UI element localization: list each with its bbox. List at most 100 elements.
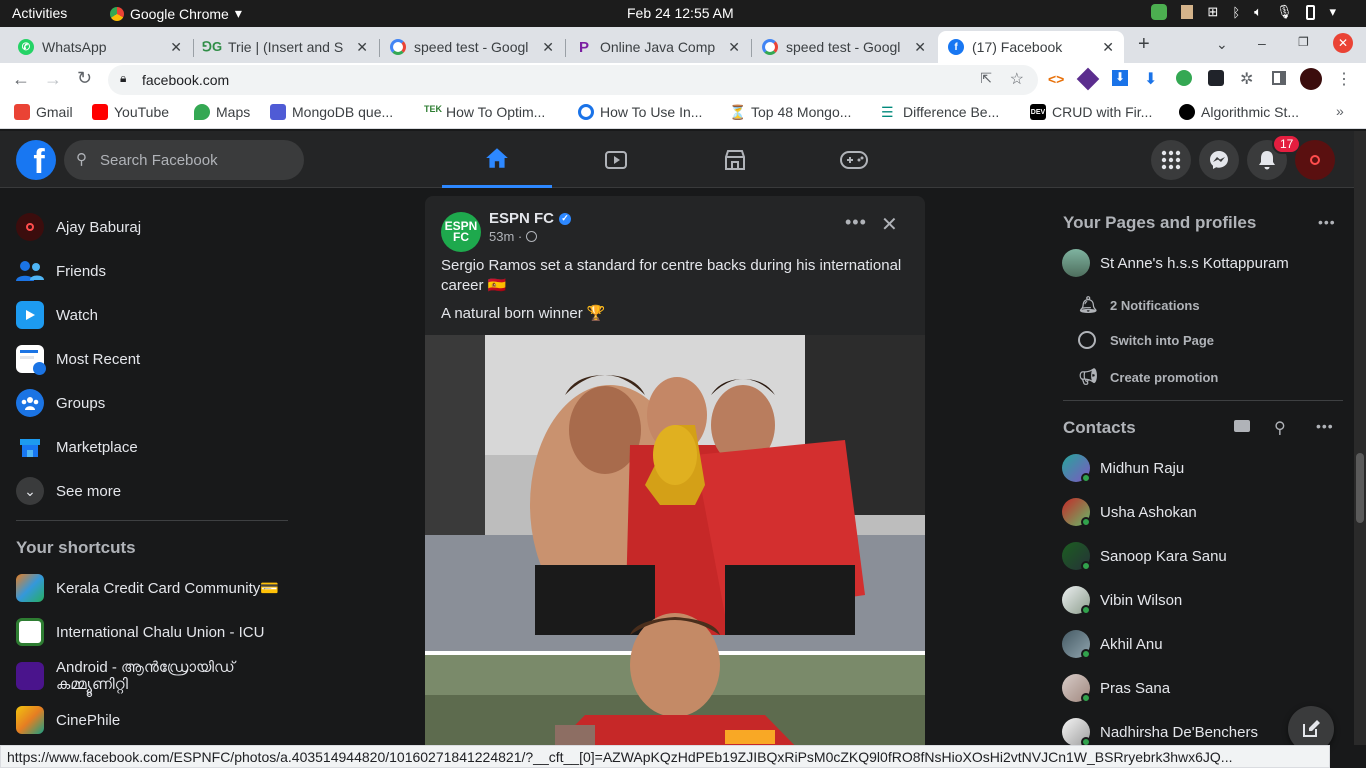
shortcut-item[interactable]: International Chalu Union - ICU: [16, 612, 264, 652]
chrome-icon: [110, 6, 124, 21]
shortcut-item[interactable]: Android - ആൻഡ്രോയിഡ് കമ്മ്യൂണിറ്റി: [16, 656, 300, 696]
contact-avatar: [1062, 630, 1091, 659]
search-input[interactable]: ⚲ Search Facebook: [64, 140, 304, 180]
tab-online-java[interactable]: P Online Java Comp ✕: [566, 31, 750, 63]
bookmark-star-icon[interactable]: ☆: [1010, 69, 1024, 89]
pages-more-icon[interactable]: •••: [1318, 214, 1336, 230]
page-item[interactable]: St Anne's h.s.s Kottappuram: [1062, 249, 1289, 277]
chrome-menu-icon[interactable]: ⋮: [1336, 69, 1352, 89]
new-room-icon[interactable]: [1234, 420, 1250, 432]
post-time[interactable]: 53m ·: [489, 229, 538, 244]
bookmark-maps[interactable]: Maps: [194, 104, 250, 120]
shortcut-item[interactable]: Kerala Credit Card Community💳: [16, 568, 279, 608]
bookmarks-bar: Gmail YouTube Maps MongoDB que... TEK How…: [0, 97, 1366, 129]
sidebar-item-marketplace[interactable]: Marketplace: [16, 427, 138, 467]
group-thumbnail: [16, 574, 44, 602]
extension-code-icon[interactable]: <>: [1048, 71, 1064, 87]
account-avatar[interactable]: [1295, 140, 1335, 180]
minimize-icon[interactable]: –: [1258, 35, 1266, 51]
bookmark-youtube[interactable]: YouTube: [92, 104, 169, 120]
tab-facebook[interactable]: f (17) Facebook ✕: [938, 31, 1124, 63]
scrollbar-thumb[interactable]: [1356, 453, 1364, 523]
react-devtools-icon[interactable]: [1208, 70, 1224, 86]
contact-item[interactable]: Nadhirsha De'Benchers: [1062, 718, 1258, 747]
close-tab-icon[interactable]: ✕: [356, 39, 368, 56]
contact-item[interactable]: Pras Sana: [1062, 674, 1170, 703]
back-icon[interactable]: ←: [12, 69, 30, 90]
bookmark-gmail[interactable]: Gmail: [14, 104, 73, 120]
clock[interactable]: Feb 24 12:55 AM: [627, 5, 734, 21]
address-bar[interactable]: 🔒︎ facebook.com ⇱ ☆: [108, 65, 1038, 95]
close-window-icon[interactable]: ✕: [1333, 33, 1353, 53]
bookmark-label: Gmail: [36, 104, 73, 120]
close-tab-icon[interactable]: ✕: [170, 39, 182, 56]
post-photo[interactable]: [425, 335, 925, 756]
messenger-button[interactable]: [1199, 140, 1239, 180]
activities-button[interactable]: Activities: [12, 5, 67, 21]
bookmark-difference[interactable]: ☰ Difference Be...: [881, 104, 999, 120]
extensions-puzzle-icon[interactable]: ✲: [1240, 69, 1253, 89]
create-promotion[interactable]: 📢︎ Create promotion: [1078, 367, 1218, 387]
app-menu[interactable]: Google Chrome ▾: [110, 5, 242, 22]
switch-into-page[interactable]: Switch into Page: [1078, 331, 1214, 349]
contact-name: Nadhirsha De'Benchers: [1100, 723, 1258, 741]
extension-download-icon[interactable]: ⬇: [1112, 70, 1128, 86]
sidebar-item-watch[interactable]: Watch: [16, 295, 98, 335]
search-contacts-icon[interactable]: ⚲: [1274, 418, 1286, 438]
bookmark-mongodb[interactable]: MongoDB que...: [270, 104, 393, 120]
close-post-icon[interactable]: ✕: [881, 212, 898, 237]
tab-whatsapp[interactable]: ✆ WhatsApp ✕: [8, 31, 192, 63]
maximize-icon[interactable]: ❐: [1298, 35, 1309, 49]
tab-speed-test-2[interactable]: speed test - Googl ✕: [752, 31, 936, 63]
page-scrollbar[interactable]: [1354, 131, 1366, 745]
contacts-more-icon[interactable]: •••: [1316, 418, 1334, 434]
sidebar-item-most-recent[interactable]: Most Recent: [16, 339, 140, 379]
contact-item[interactable]: Usha Ashokan: [1062, 498, 1197, 527]
bookmark-top48[interactable]: ⏳ Top 48 Mongo...: [729, 104, 851, 120]
tab-gaming[interactable]: [799, 131, 909, 188]
sidebar-item-friends[interactable]: Friends: [16, 251, 106, 291]
bookmark-algorithmic[interactable]: Algorithmic St...: [1179, 104, 1299, 120]
bookmark-crud[interactable]: DEV CRUD with Fir...: [1030, 104, 1152, 120]
more-bookmarks-icon[interactable]: »: [1336, 103, 1344, 119]
forward-icon[interactable]: →: [44, 69, 62, 90]
close-tab-icon[interactable]: ✕: [914, 39, 926, 56]
compose-icon: [1303, 720, 1320, 737]
profile-avatar[interactable]: [1300, 68, 1322, 90]
reload-icon[interactable]: ↻: [77, 68, 92, 89]
contact-item[interactable]: Akhil Anu: [1062, 630, 1163, 659]
tab-trie[interactable]: ⅁G Trie | (Insert and S ✕: [194, 31, 378, 63]
new-tab-button[interactable]: +: [1138, 33, 1150, 56]
tab-watch[interactable]: [561, 131, 671, 188]
download-icon[interactable]: ⬇: [1144, 69, 1157, 89]
tab-home[interactable]: [442, 131, 552, 188]
shortcut-item[interactable]: CinePhile: [16, 700, 120, 740]
side-panel-icon[interactable]: [1272, 71, 1286, 85]
system-tray[interactable]: ⊞ ᛒ 🔈︎ 🎙︎ ▾: [1151, 4, 1336, 20]
post-author[interactable]: ESPN FC ✓: [489, 210, 572, 227]
tab-marketplace[interactable]: [680, 131, 790, 188]
more-options-icon[interactable]: •••: [845, 212, 867, 233]
extension-green-icon[interactable]: [1176, 70, 1192, 86]
menu-button[interactable]: [1151, 140, 1191, 180]
contact-item[interactable]: Midhun Raju: [1062, 454, 1184, 483]
page-notifications[interactable]: 🔔︎ 2 Notifications: [1078, 295, 1200, 315]
close-tab-icon[interactable]: ✕: [1102, 39, 1114, 56]
shortcut-label: Android - ആൻഡ്രോയിഡ് കമ്മ്യൂണിറ്റി: [56, 659, 235, 693]
tab-speed-test-1[interactable]: speed test - Googl ✕: [380, 31, 564, 63]
facebook-logo[interactable]: f: [16, 140, 56, 180]
share-icon[interactable]: ⇱: [980, 70, 992, 87]
sidebar-item-label: Marketplace: [56, 438, 138, 456]
sidebar-item-groups[interactable]: Groups: [16, 383, 105, 423]
sidebar-item-profile[interactable]: Ajay Baburaj: [16, 207, 141, 247]
close-tab-icon[interactable]: ✕: [728, 39, 740, 56]
bookmark-optimize[interactable]: TEK How To Optim...: [424, 104, 545, 120]
bookmark-how-to-use[interactable]: How To Use In...: [578, 104, 702, 120]
close-tab-icon[interactable]: ✕: [542, 39, 554, 56]
sidebar-item-see-more[interactable]: ⌄ See more: [16, 471, 121, 511]
extension-diamond-icon[interactable]: [1076, 67, 1100, 91]
contact-item[interactable]: Vibin Wilson: [1062, 586, 1182, 615]
tab-search-icon[interactable]: ⌄: [1216, 36, 1228, 53]
contact-item[interactable]: Sanoop Kara Sanu: [1062, 542, 1227, 571]
post-author-avatar[interactable]: ESPN FC: [441, 212, 481, 252]
